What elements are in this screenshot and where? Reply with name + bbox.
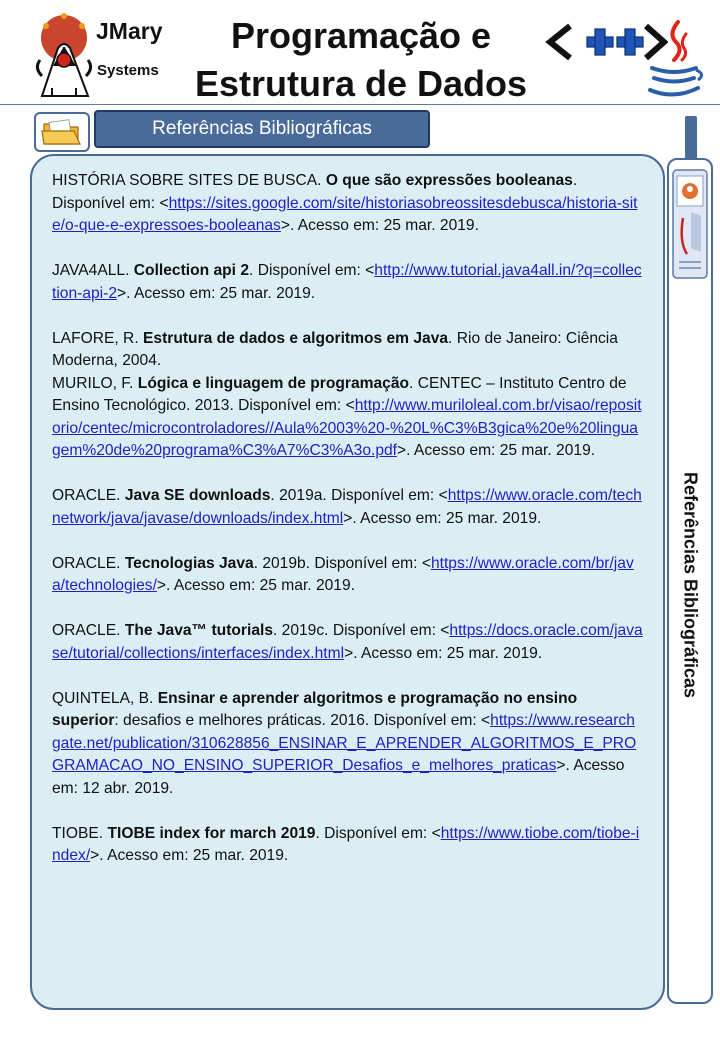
reference-author: ORACLE. (52, 487, 121, 504)
reference-item: HISTÓRIA SOBRE SITES DE BUSCA. O que são… (52, 172, 638, 234)
header-divider (0, 104, 720, 105)
reference-author: ORACLE. (52, 622, 121, 639)
java-logo-icon (648, 20, 703, 97)
newspaper-icon (672, 169, 708, 279)
reference-details: . Disponível em: (315, 824, 428, 842)
page-title: Programação e Estrutura de Dados (176, 12, 546, 108)
reference-access-date: Acesso em: 25 mar. 2019. (173, 577, 355, 594)
reference-item: ORACLE. Java SE downloads. 2019a. Dispon… (52, 487, 642, 527)
reference-title: O que são expressões booleanas (325, 172, 573, 189)
folder-icon (34, 112, 90, 152)
reference-access-date: Acesso em: 25 mar. 2019. (413, 442, 596, 459)
reference-item: JAVA4ALL. Collection api 2. Disponível e… (52, 262, 642, 302)
reference-title: Estrutura de dados e algoritmos em Java (143, 329, 449, 347)
reference-details: . 2019c. Disponível em: (273, 622, 436, 639)
reference-details: . 2019b. Disponível em: (253, 554, 418, 572)
brand-name: JMary (96, 18, 163, 44)
brand-subtitle: Systems (97, 62, 159, 79)
reference-details: . 2019a. Disponível em: (270, 487, 435, 504)
references-box: HISTÓRIA SOBRE SITES DE BUSCA. O que são… (30, 154, 665, 1010)
reference-access-date: Acesso em: 25 mar. 2019. (107, 847, 289, 864)
sidebar-section-label: Referências Bibliográficas (680, 471, 701, 699)
reference-item: ORACLE. Tecnologias Java. 2019b. Disponí… (52, 554, 634, 595)
reference-title: Collection api 2 (133, 262, 250, 279)
reference-access-date: Acesso em: 25 mar. 2019. (133, 284, 316, 302)
reference-item: TIOBE. TIOBE index for march 2019. Dispo… (52, 824, 640, 865)
reference-title: The Java™ tutorials (124, 622, 273, 639)
reference-author: HISTÓRIA SOBRE SITES DE BUSCA. (52, 172, 322, 189)
reference-access-date: Acesso em: 25 mar. 2019. (361, 644, 543, 662)
reference-access-date: Acesso em: 25 mar. 2019. (297, 217, 479, 234)
reference-title: Java SE downloads (124, 487, 271, 504)
reference-title: Tecnologias Java (124, 554, 254, 572)
reference-details: . Disponível em: (249, 262, 361, 279)
page-title-line-2: Estrutura de Dados (194, 63, 528, 104)
reference-author: JAVA4ALL. (52, 262, 130, 279)
reference-author: ORACLE. (52, 554, 121, 572)
reference-author: LAFORE, R. (52, 329, 139, 347)
reference-item: LAFORE, R. Estrutura de dados e algoritm… (52, 328, 643, 373)
page-title-line-1: Programação e (230, 15, 492, 56)
reference-item: MURILO, F. Lógica e linguagem de program… (52, 374, 642, 460)
sidebar-connector (685, 116, 697, 162)
reference-details: : desafios e melhores práticas. 2016. Di… (114, 712, 477, 729)
reference-title: Lógica e linguagem de programação (137, 374, 410, 392)
reference-item: QUINTELA, B. Ensinar e aprender algoritm… (52, 689, 637, 797)
section-tab: Referências Bibliográficas (94, 110, 430, 148)
reference-author: TIOBE. (52, 824, 104, 842)
reference-author: QUINTELA, B. (52, 689, 154, 707)
reference-access-date: Acesso em: 25 mar. 2019. (360, 509, 542, 527)
reference-title: TIOBE index for march 2019 (107, 824, 316, 842)
reference-author: MURILO, F. (52, 374, 134, 392)
reference-item: ORACLE. The Java™ tutorials. 2019c. Disp… (52, 622, 643, 662)
